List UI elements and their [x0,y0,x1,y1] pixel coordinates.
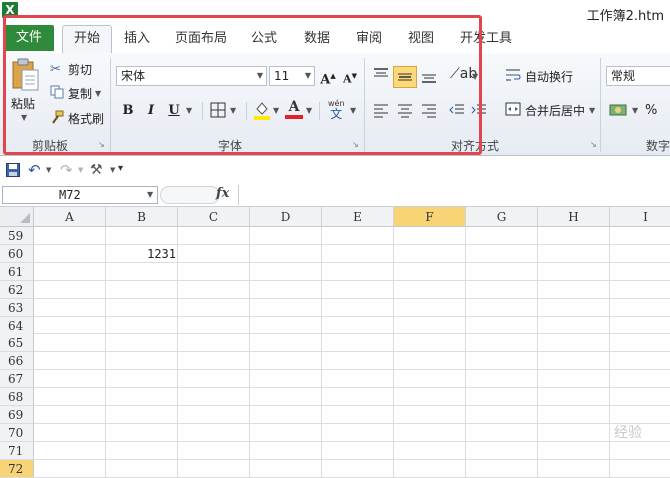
chevron-down-icon[interactable]: ▼ [46,166,51,174]
column-header-C[interactable]: C [178,207,250,227]
highlight-box [3,15,482,155]
row-header-63[interactable]: 63 [0,299,34,317]
column-gridline [537,227,538,477]
watermark-text: 经验 [614,425,642,441]
column-gridline [177,227,178,477]
redo-icon[interactable]: ↷ [60,161,73,179]
row-header-66[interactable]: 66 [0,352,34,370]
column-gridline [105,227,106,477]
column-gridline [465,227,466,477]
tools-icon[interactable]: ⚒ [90,162,103,178]
row-gridline [34,369,670,370]
number-group-label: 数字 [646,139,670,153]
alignment-launcher-icon[interactable]: ↘ [590,140,597,149]
group-separator [600,58,601,152]
chevron-down-icon[interactable]: ▼ [78,166,83,174]
customize-qat-icon[interactable]: ▾ [118,163,123,174]
column-header-I[interactable]: I [610,207,670,227]
column-gridline [321,227,322,477]
window-title: 工作簿2.htm [586,9,664,24]
row-header-64[interactable]: 64 [0,317,34,335]
number-format-combo[interactable]: 常规 [606,66,670,86]
row-header-68[interactable]: 68 [0,388,34,406]
row-gridline [34,298,670,299]
column-header-E[interactable]: E [322,207,394,227]
row-header-61[interactable]: 61 [0,263,34,281]
column-header-H[interactable]: H [538,207,610,227]
row-header-70[interactable]: 70 [0,424,34,442]
row-header-65[interactable]: 65 [0,334,34,352]
column-gridline [393,227,394,477]
row-gridline [34,387,670,388]
row-gridline [34,405,670,406]
chevron-down-icon[interactable]: ▼ [110,166,115,174]
row-gridline [34,459,670,460]
row-gridline [34,351,670,352]
percent-button[interactable]: % [645,103,657,118]
number-format-value: 常规 [611,69,636,83]
formula-input[interactable] [238,185,670,205]
accounting-format-icon[interactable] [609,101,629,122]
column-header-B[interactable]: B [106,207,178,227]
column-header-A[interactable]: A [34,207,106,227]
row-header-67[interactable]: 67 [0,370,34,388]
chevron-down-icon[interactable]: ▼ [632,106,638,115]
row-gridline [34,423,670,424]
cell-B60[interactable]: 1231 [106,245,176,263]
undo-icon[interactable]: ↶ [28,161,41,179]
fx-icon[interactable]: fx [216,186,229,201]
save-icon[interactable] [6,163,20,180]
column-gridline [609,227,610,477]
row-header-62[interactable]: 62 [0,281,34,299]
merge-center-button[interactable]: 合并后居中 ▼ [505,102,595,119]
wrap-text-button[interactable]: 自动换行 [505,68,573,85]
formula-resizer [160,186,220,204]
row-gridline [34,280,670,281]
column-header-G[interactable]: G [466,207,538,227]
row-header-59[interactable]: 59 [0,227,34,245]
worksheet-grid[interactable] [0,207,670,477]
row-header-71[interactable]: 71 [0,442,34,460]
merge-center-icon [505,102,523,119]
row-gridline [34,316,670,317]
column-header-F[interactable]: F [394,207,466,227]
select-all-corner[interactable] [0,207,34,227]
row-header-69[interactable]: 69 [0,406,34,424]
wrap-text-icon [505,68,523,85]
row-gridline [34,333,670,334]
chevron-down-icon[interactable]: ▼ [589,106,595,115]
wrap-text-label: 自动换行 [525,70,574,84]
row-header-60[interactable]: 60 [0,245,34,263]
merge-center-label: 合并后居中 [525,104,586,118]
row-header-72[interactable]: 72 [0,460,34,478]
column-gridline [249,227,250,477]
row-gridline [34,441,670,442]
name-box[interactable]: M72 [2,186,158,204]
chevron-down-icon[interactable]: ▼ [147,190,153,199]
column-header-D[interactable]: D [250,207,322,227]
